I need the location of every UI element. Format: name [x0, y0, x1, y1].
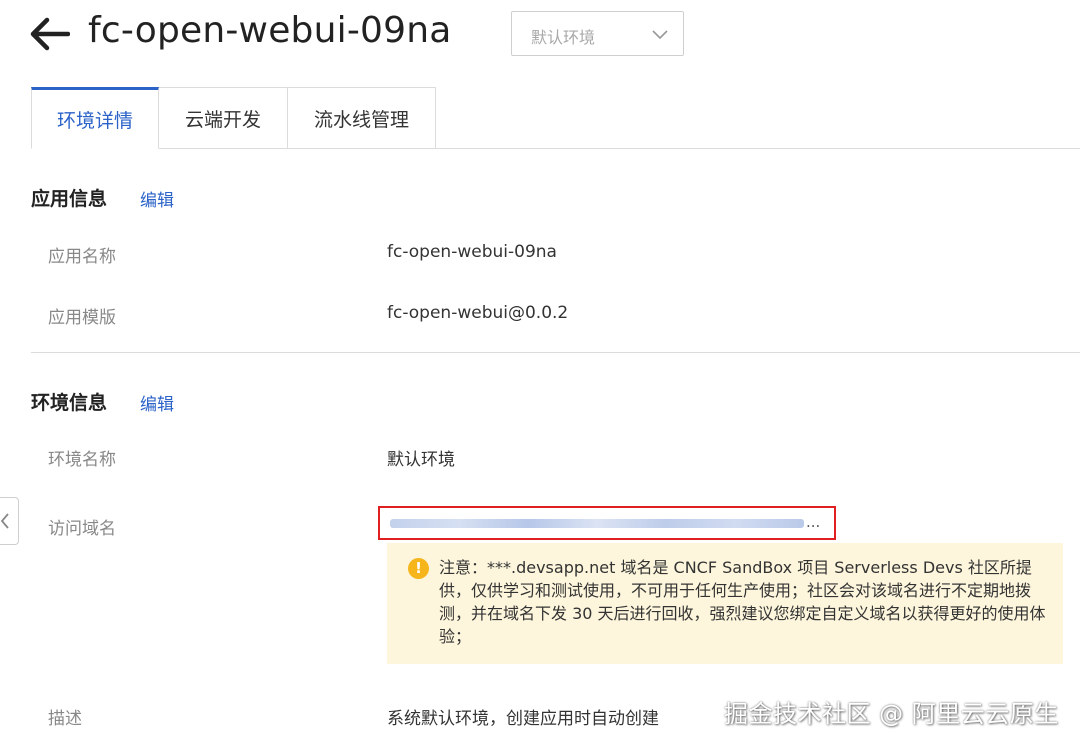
domain-label: 访问域名: [48, 519, 116, 539]
watermark: 掘金技术社区 @ 阿里云云原生: [724, 700, 1059, 728]
env-info-edit-link[interactable]: 编辑: [140, 390, 174, 415]
env-info-title: 环境信息: [31, 392, 108, 414]
environment-select-value: 默认环境: [531, 28, 596, 47]
environment-select[interactable]: 默认环境: [511, 11, 684, 56]
app-template-label: 应用模版: [48, 308, 116, 328]
tab-cloud-development[interactable]: 云端开发: [159, 87, 288, 149]
domain-highlight-box: ...: [378, 506, 836, 540]
sidebar-toggle[interactable]: [0, 497, 19, 545]
tab-bar-baseline: [436, 148, 1080, 149]
app-info-title: 应用信息: [31, 188, 108, 210]
tab-pipeline-management[interactable]: 流水线管理: [288, 87, 436, 149]
domain-ellipsis: ...: [806, 513, 821, 531]
tab-label: 云端开发: [184, 108, 261, 131]
chevron-down-icon: [652, 30, 668, 40]
description-value: 系统默认环境，创建应用时自动创建: [387, 709, 659, 729]
app-name-label: 应用名称: [48, 247, 116, 267]
back-arrow-icon[interactable]: [28, 14, 70, 54]
tab-bar: 环境详情 云端开发 流水线管理: [31, 87, 436, 149]
section-divider: [31, 352, 1080, 353]
tab-environment-details[interactable]: 环境详情: [31, 87, 159, 149]
env-name-label: 环境名称: [48, 450, 116, 470]
warning-icon: !: [408, 558, 429, 579]
app-template-value: fc-open-webui@0.0.2: [387, 303, 569, 323]
domain-notice-text: 注意：***.devsapp.net 域名是 CNCF SandBox 项目 S…: [439, 558, 1046, 646]
app-name-value: fc-open-webui-09na: [387, 242, 557, 262]
app-info-edit-link[interactable]: 编辑: [140, 186, 174, 211]
description-label: 描述: [48, 709, 82, 729]
env-name-value: 默认环境: [387, 450, 455, 470]
tab-label: 环境详情: [56, 109, 133, 132]
domain-link-blurred[interactable]: [390, 519, 804, 528]
domain-notice: ! 注意：***.devsapp.net 域名是 CNCF SandBox 项目…: [387, 543, 1063, 664]
tab-label: 流水线管理: [313, 108, 409, 131]
chevron-left-icon: [0, 513, 9, 529]
page-title: fc-open-webui-09na: [88, 10, 452, 51]
